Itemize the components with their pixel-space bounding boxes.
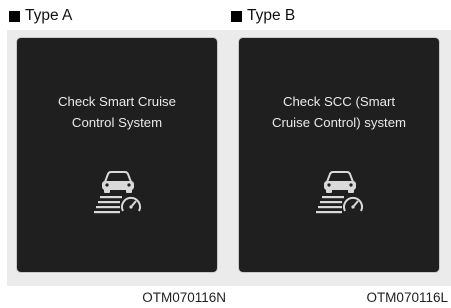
display-frame-b: Check SCC (Smart Cruise Control) system [229,30,451,286]
figure-code-b: OTM070116L [366,290,448,305]
type-a-header: Type A [7,6,72,26]
warning-message-a: Check Smart Cruise Control System [17,91,217,133]
figure-code-a: OTM070116N [142,290,226,305]
bullet-square-icon [9,10,20,22]
type-a-label: Type A [25,7,73,24]
smart-cruise-control-warning-icon [316,171,363,214]
type-b-label: Type B [247,7,296,24]
warning-message-line-1: Check Smart Cruise [58,94,176,109]
type-b-panel: Type B Check SCC (Smart Cruise Control) … [229,0,451,308]
warning-message-line-1: Check SCC (Smart [282,94,396,109]
warning-message-line-2: Cruise Control) system [271,115,407,130]
smart-cruise-control-warning-icon [94,171,141,214]
bullet-square-icon [231,10,242,22]
type-b-header: Type B [229,6,295,26]
warning-message-b: Check SCC (Smart Cruise Control) system [239,91,439,133]
cluster-display-b: Check SCC (Smart Cruise Control) system [239,38,439,272]
display-frame-a: Check Smart Cruise Control System [7,30,229,286]
cluster-display-a: Check Smart Cruise Control System [17,38,217,272]
type-a-panel: Type A Check Smart Cruise Control System [7,0,229,308]
warning-message-line-2: Control System [71,115,163,130]
